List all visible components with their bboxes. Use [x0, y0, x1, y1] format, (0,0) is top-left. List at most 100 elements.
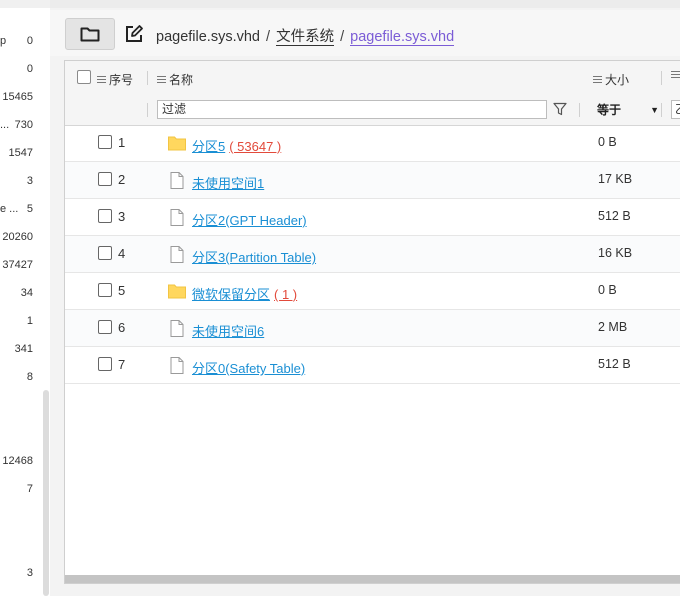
row-name: 分区2(GPT Header) [192, 210, 307, 229]
file-icon [170, 172, 184, 189]
row-name-link[interactable]: 分区2(GPT Header) [192, 213, 307, 228]
column-resizer[interactable] [147, 71, 148, 85]
left-count: 8 [26, 371, 33, 383]
column-menu-icon[interactable] [97, 76, 106, 83]
row-name: 分区0(Safety Table) [192, 358, 305, 377]
file-icon [170, 357, 184, 374]
column-menu-icon[interactable] [593, 76, 602, 83]
row-name: 未使用空间6 [192, 321, 264, 340]
file-icon [170, 320, 184, 337]
column-header-name-label: 名称 [169, 73, 194, 87]
name-filter-input[interactable]: 过滤 [157, 100, 547, 119]
row-index: 2 [118, 172, 126, 187]
left-count: 1547 [8, 147, 33, 159]
size-filter-operator-value: 等于 [597, 103, 622, 117]
row-child-count[interactable]: ( 1 ) [274, 287, 297, 302]
row-index: 6 [118, 320, 126, 335]
folder-icon [80, 27, 100, 42]
filter-funnel-icon[interactable] [553, 102, 567, 116]
row-checkbox[interactable] [98, 357, 112, 371]
left-count: 37427 [2, 259, 33, 271]
row-name-link[interactable]: 未使用空间1 [192, 176, 264, 191]
left-count: 20260 [2, 231, 33, 243]
filter-separator [147, 103, 148, 117]
row-child-count[interactable]: ( 53647 ) [229, 139, 281, 154]
table-row[interactable]: 7 分区0(Safety Table) 512 B [65, 347, 680, 384]
row-name: 微软保留分区 ( 1 ) [192, 284, 297, 303]
row-size: 0 B [598, 283, 617, 297]
column-header-next[interactable] [671, 71, 680, 78]
left-count: 1 [26, 315, 33, 327]
left-count: 5 [26, 203, 33, 215]
row-size: 17 KB [598, 172, 633, 186]
filter-separator [661, 103, 662, 117]
open-folder-button[interactable] [65, 18, 115, 50]
row-name-link[interactable]: 微软保留分区 [192, 287, 270, 302]
row-index: 4 [118, 246, 126, 261]
column-header-name[interactable]: 名称 [157, 71, 193, 88]
folder-icon [168, 284, 186, 299]
row-checkbox[interactable] [98, 135, 112, 149]
grid-header: 序号 名称 大小 [65, 61, 680, 96]
table-row[interactable]: 5 微软保留分区 ( 1 ) 0 B [65, 273, 680, 310]
row-name: 分区3(Partition Table) [192, 247, 316, 266]
left-scrollbar[interactable] [43, 390, 49, 596]
size-filter-operator-select[interactable]: 等于 ▼ [593, 100, 661, 120]
column-menu-icon[interactable] [157, 76, 166, 83]
toolbar: pagefile.sys.vhd / 文件系统 / pagefile.sys.v… [50, 10, 680, 56]
table-row[interactable]: 6 未使用空间6 2 MB [65, 310, 680, 347]
table-row[interactable]: 1 分区5 ( 53647 ) 0 B [65, 125, 680, 162]
left-count: 341 [14, 343, 33, 355]
next-column-filter-input[interactable]: 乙 [671, 100, 680, 119]
left-count: 0 [26, 35, 33, 47]
row-size: 2 MB [598, 320, 628, 334]
column-header-index[interactable]: 序号 [97, 71, 133, 88]
filter-separator [579, 103, 580, 117]
dropdown-arrow-icon: ▼ [650, 105, 659, 115]
left-count: 34 [20, 287, 33, 299]
table-row[interactable]: 4 分区3(Partition Table) 16 KB [65, 236, 680, 273]
row-checkbox[interactable] [98, 209, 112, 223]
left-tree-pane: p 0 0 15465 ... 730 1547 3 e ... 5 20260… [0, 0, 50, 596]
breadcrumb-separator: / [266, 29, 271, 45]
row-size: 512 B [598, 357, 631, 371]
row-checkbox[interactable] [98, 246, 112, 260]
table-row[interactable]: 3 分区2(GPT Header) 512 B [65, 199, 680, 236]
breadcrumb: pagefile.sys.vhd / 文件系统 / pagefile.sys.v… [156, 25, 455, 46]
left-cut-label: ... [0, 119, 10, 131]
breadcrumb-separator: / [340, 29, 345, 45]
breadcrumb-filesystem[interactable]: 文件系统 [276, 29, 335, 46]
row-checkbox[interactable] [98, 320, 112, 334]
row-size: 512 B [598, 209, 631, 223]
main-top-strip [50, 0, 680, 8]
left-cut-label: e ... [0, 203, 19, 215]
table-row[interactable]: 2 未使用空间1 17 KB [65, 162, 680, 199]
row-checkbox[interactable] [98, 283, 112, 297]
breadcrumb-root[interactable]: pagefile.sys.vhd [156, 29, 260, 45]
row-size: 16 KB [598, 246, 633, 260]
row-name-link[interactable]: 分区5 [192, 139, 225, 154]
edit-button[interactable] [122, 22, 146, 46]
row-name-link[interactable]: 分区0(Safety Table) [192, 361, 305, 376]
row-index: 5 [118, 283, 126, 298]
row-name-link[interactable]: 分区3(Partition Table) [192, 250, 316, 265]
left-count: 7 [26, 483, 33, 495]
column-resizer[interactable] [661, 71, 662, 85]
row-index: 3 [118, 209, 126, 224]
left-cut-label: p [0, 35, 7, 47]
select-all-checkbox[interactable] [77, 70, 91, 84]
row-index: 7 [118, 357, 126, 372]
left-count: 12468 [2, 455, 33, 467]
horizontal-scrollbar[interactable] [65, 575, 680, 583]
row-name: 分区5 ( 53647 ) [192, 136, 281, 155]
column-menu-icon[interactable] [671, 71, 680, 78]
row-size: 0 B [598, 135, 617, 149]
row-checkbox[interactable] [98, 172, 112, 186]
file-grid: 序号 名称 大小 过滤 等于 ▼ 乙 1 [64, 60, 680, 584]
breadcrumb-current[interactable]: pagefile.sys.vhd [350, 29, 455, 46]
column-header-size[interactable]: 大小 [593, 71, 629, 88]
row-name-link[interactable]: 未使用空间6 [192, 324, 264, 339]
filter-row: 过滤 等于 ▼ 乙 [65, 95, 680, 126]
row-index: 1 [118, 135, 126, 150]
folder-icon [168, 136, 186, 151]
